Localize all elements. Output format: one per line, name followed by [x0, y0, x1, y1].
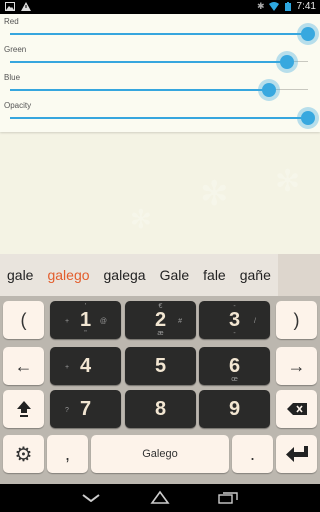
battery-icon: [284, 2, 291, 11]
open-paren-key[interactable]: (: [3, 301, 44, 339]
slider-track-opacity[interactable]: [10, 117, 308, 119]
navigation-bar: [0, 484, 320, 512]
alt-char-bottom: -: [233, 330, 236, 337]
digit-key-1[interactable]: 1 + @ ' ": [50, 301, 121, 339]
alt-char-right: #: [178, 318, 182, 325]
shift-icon: [16, 401, 31, 417]
slider-track-green[interactable]: [10, 61, 287, 63]
digit-label: 5: [154, 354, 167, 377]
digit-key-2[interactable]: 2 # € æ: [125, 301, 196, 339]
digit-key-8[interactable]: 8: [125, 390, 196, 428]
space-key[interactable]: Galego: [91, 435, 229, 473]
alt-char-left: +: [65, 364, 70, 371]
digit-key-4[interactable]: 4 +: [50, 347, 121, 385]
palm-tree-watermark: ✻: [275, 165, 301, 198]
slider-label-opacity: Opacity: [4, 101, 32, 110]
digit-key-5[interactable]: 5: [125, 347, 196, 385]
suggestion-more-area[interactable]: [277, 254, 320, 296]
content-area: ✻ ✻ ✻ Red Green Blue Opacity: [0, 14, 320, 254]
period-key[interactable]: .: [232, 435, 273, 473]
backspace-icon: [286, 403, 307, 415]
suggestion-strip: gale galego galega Gale fale gañe: [0, 254, 320, 296]
wifi-icon: [268, 2, 279, 11]
recents-icon[interactable]: [218, 492, 238, 504]
digit-label: 4: [79, 354, 92, 377]
alt-char-bottom: œ: [231, 376, 238, 383]
slider-track-blue[interactable]: [10, 89, 269, 91]
gear-icon: ⚙: [14, 443, 33, 466]
enter-key[interactable]: [276, 435, 317, 473]
alt-char-top: ': [84, 303, 87, 310]
status-bar: ✱ 7:41: [0, 0, 320, 14]
back-icon[interactable]: [82, 494, 100, 502]
slider-track-red[interactable]: [10, 33, 308, 35]
comma-label: ,: [64, 443, 70, 464]
slider-thumb-red[interactable]: [301, 27, 315, 41]
slider-thumb-green[interactable]: [280, 55, 294, 69]
digit-label: 6: [228, 354, 241, 377]
alt-char-bottom: æ: [157, 330, 164, 337]
period-label: .: [249, 443, 255, 464]
slider-label-green: Green: [4, 45, 27, 54]
digit-label: 9: [228, 397, 241, 420]
alt-char-left: ?: [65, 407, 69, 414]
shift-key[interactable]: [3, 390, 44, 428]
digit-key-6[interactable]: 6œ: [199, 347, 270, 385]
status-time: 7:41: [296, 1, 316, 12]
slider-thumb-opacity[interactable]: [301, 111, 315, 125]
digit-key-9[interactable]: 9: [199, 390, 270, 428]
enter-icon: [285, 446, 308, 462]
suggestion-item[interactable]: galega: [97, 267, 153, 283]
suggestion-item[interactable]: gañe: [233, 267, 278, 283]
suggestion-item[interactable]: gale: [0, 267, 40, 283]
suggestion-item[interactable]: fale: [196, 267, 233, 283]
backspace-key[interactable]: [276, 390, 317, 428]
open-paren-label: (: [20, 309, 27, 330]
palm-tree-watermark: ✻: [130, 204, 152, 234]
left-arrow-key[interactable]: ←: [3, 347, 44, 385]
palm-tree-watermark: ✻: [200, 175, 229, 213]
close-paren-key[interactable]: ): [276, 301, 317, 339]
digit-key-7[interactable]: 7?: [50, 390, 121, 428]
home-icon[interactable]: [150, 490, 170, 504]
right-arrow-key[interactable]: →: [276, 347, 317, 385]
digit-label: 1: [79, 308, 92, 331]
bluetooth-icon: ✱: [256, 1, 265, 11]
left-arrow-icon: ←: [14, 355, 33, 376]
alt-char-top: -: [233, 303, 236, 310]
keyboard: ( ) ← → 1 + @ ' " 2 # € æ 3/- -4 +5 6 œ 7? 8 9 ⚙ , Galeg…: [0, 296, 320, 484]
slider-label-red: Red: [4, 17, 19, 26]
comma-key[interactable]: ,: [47, 435, 88, 473]
alt-char-right: /: [254, 318, 256, 325]
digit-label: 8: [154, 397, 167, 420]
slider-thumb-blue[interactable]: [262, 83, 276, 97]
digit-label: 7: [79, 397, 92, 420]
suggestion-item[interactable]: Gale: [153, 267, 197, 283]
digit-key-3[interactable]: 3 / - -: [199, 301, 270, 339]
space-label: Galego: [142, 448, 178, 460]
suggestion-item[interactable]: galego: [40, 267, 96, 283]
alt-char-right: @: [99, 318, 107, 325]
alt-char-left: +: [65, 318, 70, 325]
right-arrow-icon: →: [287, 355, 306, 376]
alt-char-bottom: ": [84, 330, 87, 337]
color-settings-panel: Red Green Blue Opacity: [0, 14, 320, 132]
alert-icon: [21, 2, 31, 11]
alt-char-top: €: [158, 303, 163, 310]
settings-key[interactable]: ⚙: [3, 435, 44, 473]
slider-label-blue: Blue: [4, 73, 21, 82]
digit-label: 3: [228, 308, 241, 331]
close-paren-label: ): [293, 309, 300, 330]
digit-label: 2: [154, 308, 167, 331]
gallery-icon: [5, 2, 15, 11]
